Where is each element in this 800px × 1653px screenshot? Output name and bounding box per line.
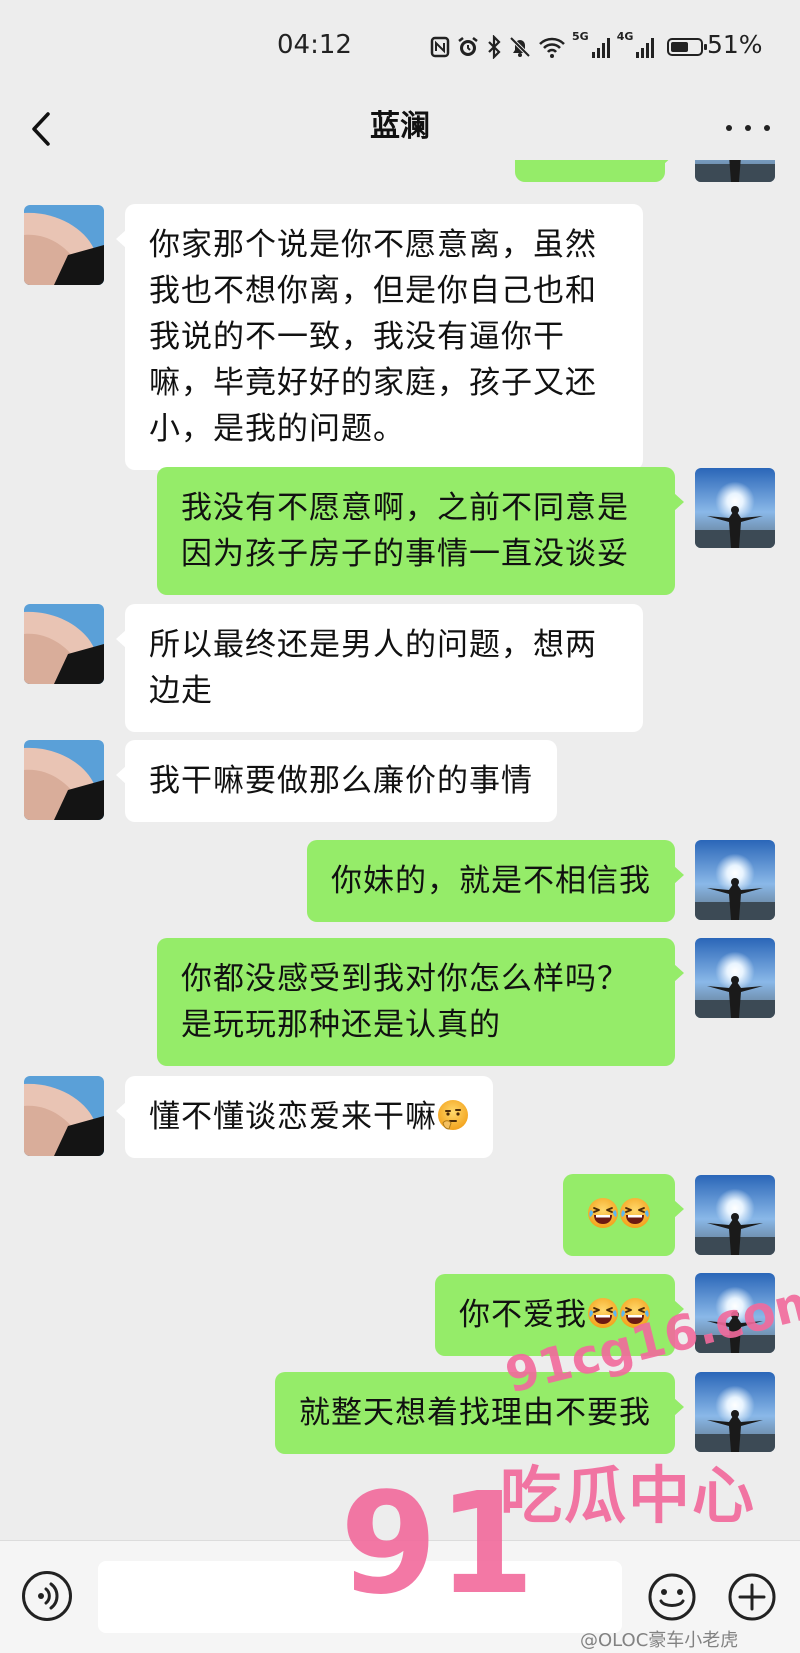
contact-avatar-self[interactable] — [695, 938, 775, 1018]
message-bubble-sent[interactable]: 你不爱我 — [435, 1274, 684, 1356]
contact-avatar-self[interactable] — [695, 1372, 775, 1452]
message-bubble-sent[interactable]: 你妹的，就是不相信我 — [307, 840, 684, 922]
contact-avatar-other[interactable] — [24, 1076, 104, 1156]
message-text: 你都没感受到我对你怎么样吗？是玩玩那种还是认真的 — [181, 961, 629, 1043]
message-bubble-sent[interactable] — [515, 160, 674, 182]
grin-squint-emoji — [587, 1197, 619, 1229]
message-bubble-received[interactable]: 所以最终还是男人的问题，想两边走 — [116, 604, 643, 732]
message-text: 懂不懂谈恋爱来干嘛 — [149, 1099, 437, 1135]
message-text: 就整天想着找理由不要我 — [299, 1395, 651, 1431]
message-bubble-sent[interactable]: 我没有不愿意啊，之前不同意是因为孩子房子的事情一直没谈妥 — [157, 467, 684, 595]
alarm-icon — [458, 37, 478, 56]
contact-avatar-self[interactable] — [695, 840, 775, 920]
message-text: 你不爱我 — [459, 1297, 587, 1333]
message-bubble-sent[interactable]: 就整天想着找理由不要我 — [275, 1372, 684, 1454]
status-time: 04:12 — [277, 30, 352, 60]
chat-title: 蓝澜 — [370, 109, 430, 144]
message-text: 所以最终还是男人的问题，想两边走 — [149, 627, 597, 709]
more-icon[interactable] — [726, 106, 770, 150]
grin-squint-emoji — [587, 1297, 619, 1329]
message-text: 你家那个说是你不愿意离，虽然我也不想你离，但是你自己也和我说的不一致，我没有逼你… — [149, 227, 597, 447]
wifi-icon — [539, 37, 565, 58]
emoji-icon[interactable] — [646, 1571, 698, 1623]
bluetooth-icon — [488, 35, 501, 59]
nfc-icon — [430, 36, 450, 58]
signal-bars-icon — [636, 38, 655, 58]
battery-percent: 51% — [707, 30, 763, 59]
message-text: 我没有不愿意啊，之前不同意是因为孩子房子的事情一直没谈妥 — [181, 490, 629, 572]
network-5g-label: 5G — [572, 30, 589, 43]
message-bubble-received[interactable]: 你家那个说是你不愿意离，虽然我也不想你离，但是你自己也和我说的不一致，我没有逼你… — [116, 204, 643, 470]
message-bubble-received[interactable]: 懂不懂谈恋爱来干嘛 — [116, 1076, 493, 1158]
contact-avatar-self[interactable] — [695, 1175, 775, 1255]
contact-avatar-self[interactable] — [695, 1273, 775, 1353]
message-input[interactable] — [98, 1561, 622, 1633]
voice-icon[interactable] — [22, 1571, 72, 1621]
message-text: 我干嘛要做那么廉价的事情 — [149, 763, 533, 799]
message-bubble-sent[interactable] — [563, 1174, 684, 1256]
message-bubble-received[interactable]: 我干嘛要做那么廉价的事情 — [116, 740, 557, 822]
plus-icon[interactable] — [726, 1571, 778, 1623]
network-4g-label: 4G — [616, 30, 634, 43]
chat-input-bar — [0, 1540, 800, 1653]
battery-icon — [667, 38, 708, 56]
contact-avatar-other[interactable] — [24, 205, 104, 285]
signal-bars-icon — [591, 38, 610, 58]
status-bar: 04:12 5G 4G 51% — [0, 0, 800, 92]
contact-avatar-self[interactable] — [695, 468, 775, 548]
grin-squint-emoji — [619, 1197, 651, 1229]
chat-message-list[interactable]: 你家那个说是你不愿意离，虽然我也不想你离，但是你自己也和我说的不一致，我没有逼你… — [0, 160, 800, 1540]
message-text: 你妹的，就是不相信我 — [331, 863, 651, 899]
contact-avatar-self[interactable] — [695, 160, 775, 182]
mute-bell-icon — [509, 36, 531, 58]
grin-squint-emoji — [619, 1297, 651, 1329]
message-bubble-sent[interactable]: 你都没感受到我对你怎么样吗？是玩玩那种还是认真的 — [157, 938, 684, 1066]
contact-avatar-other[interactable] — [24, 740, 104, 820]
status-icons: 5G 4G — [430, 30, 708, 64]
contact-avatar-other[interactable] — [24, 604, 104, 684]
thinking-emoji — [437, 1099, 469, 1131]
